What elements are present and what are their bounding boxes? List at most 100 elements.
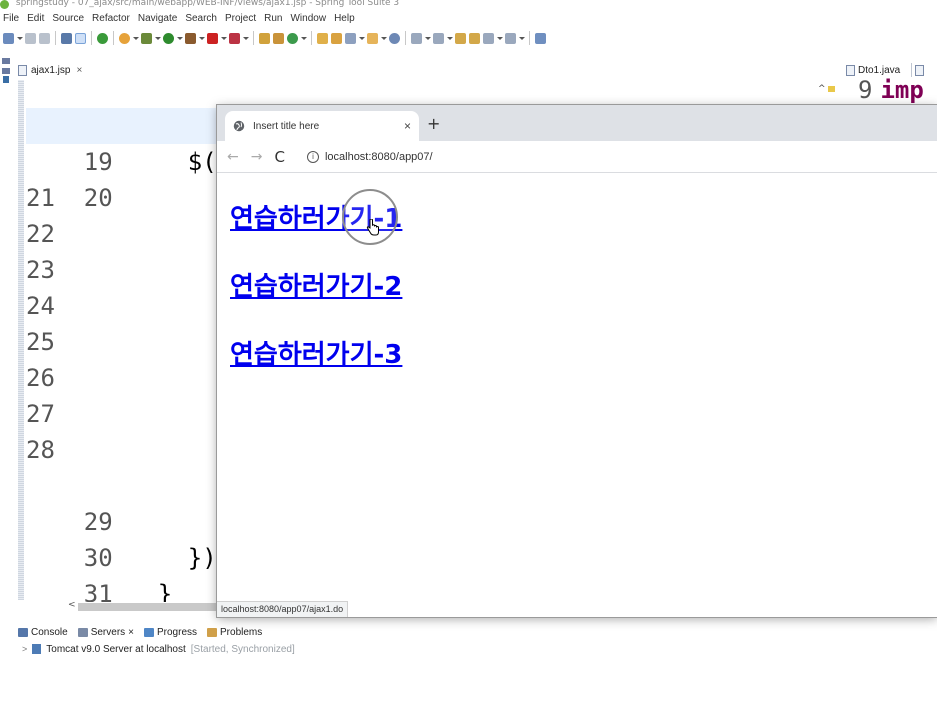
url-text[interactable]: localhost:8080/app07/ (325, 151, 433, 163)
servers-icon (77, 627, 88, 637)
tab-label: Problems (220, 626, 263, 638)
editor-gutter (18, 80, 24, 600)
minimized-view-icon[interactable] (2, 58, 10, 64)
hand-cursor-icon (366, 219, 379, 236)
debug-icon[interactable] (141, 32, 152, 44)
chevron-down-icon[interactable] (519, 33, 525, 44)
chevron-right-icon[interactable]: > (22, 644, 27, 654)
minimized-view-icon[interactable] (2, 68, 10, 74)
toolbar-divider (311, 31, 312, 45)
open-task-icon[interactable] (331, 32, 342, 44)
practice-link-2[interactable]: 연습하러가기-2 (230, 272, 402, 302)
forward-edit-icon[interactable] (469, 32, 480, 44)
menu-source[interactable]: Source (49, 12, 89, 26)
chevron-down-icon[interactable] (199, 33, 205, 44)
menu-navigate[interactable]: Navigate (135, 12, 182, 26)
toolbar-divider (529, 31, 530, 45)
tab-label: Servers (90, 626, 126, 638)
start-server-icon[interactable] (97, 32, 108, 44)
last-edit-icon[interactable] (455, 32, 466, 44)
console-icon (18, 627, 28, 637)
chevron-down-icon[interactable] (17, 33, 23, 44)
new-icon[interactable] (3, 32, 14, 44)
coverage-icon[interactable] (229, 32, 240, 44)
back-icon[interactable] (483, 32, 494, 44)
chevron-down-icon[interactable] (301, 33, 307, 44)
chevron-down-icon[interactable] (359, 33, 365, 44)
menu-search[interactable]: Search (182, 12, 222, 26)
back-button[interactable]: ← (227, 149, 239, 165)
perspective-icon[interactable] (535, 32, 546, 44)
previous-annotation-icon[interactable] (433, 32, 444, 44)
skip-breakpoints-icon[interactable] (75, 32, 86, 44)
chevron-down-icon[interactable] (221, 33, 227, 44)
new-class-icon[interactable] (287, 32, 298, 44)
scroll-left-icon[interactable]: < (68, 600, 76, 610)
menu-edit[interactable]: Edit (24, 12, 49, 26)
menu-refactor[interactable]: Refactor (89, 12, 135, 26)
chevron-down-icon[interactable] (133, 33, 139, 44)
search-icon[interactable] (389, 32, 400, 44)
save-all-icon[interactable] (39, 32, 50, 44)
info-icon[interactable]: i (306, 150, 319, 163)
chevron-down-icon[interactable] (425, 33, 431, 44)
stop-icon[interactable] (207, 32, 218, 44)
new-java-project-icon[interactable] (259, 32, 270, 44)
menu-bar: File Edit Source Refactor Navigate Searc… (0, 12, 360, 26)
line-number: 25 (26, 328, 55, 356)
browser-tab[interactable]: Insert title here × (225, 111, 419, 141)
window-title: springstudy - 07_ajax/src/main/webapp/WE… (15, 0, 400, 8)
chevron-down-icon[interactable] (177, 33, 183, 44)
tab-servers[interactable]: Servers × (77, 626, 134, 638)
close-icon[interactable]: × (404, 119, 411, 133)
line-number: 28 (26, 436, 55, 464)
terminal-icon[interactable] (61, 32, 72, 44)
problems-icon (207, 627, 218, 637)
browser-tab-strip: Insert title here × + (217, 105, 937, 141)
menu-help[interactable]: Help (331, 12, 360, 26)
chevron-down-icon[interactable] (155, 33, 161, 44)
toolbar-divider (253, 31, 254, 45)
line-number: 21 (26, 184, 55, 212)
menu-run[interactable]: Run (261, 12, 287, 26)
chevron-down-icon[interactable] (497, 33, 503, 44)
editor-horizontal-scrollbar[interactable]: < (64, 600, 224, 612)
bookmark-marker (3, 76, 9, 83)
new-package-icon[interactable] (273, 32, 284, 44)
chevron-down-icon[interactable] (243, 33, 249, 44)
link-status-bubble: localhost:8080/app07/ajax1.do (217, 601, 349, 617)
tab-progress[interactable]: Progress (144, 627, 197, 638)
close-icon[interactable]: × (128, 627, 134, 638)
save-icon[interactable] (25, 32, 36, 44)
chevron-down-icon[interactable] (447, 33, 453, 44)
tomcat-icon (32, 644, 42, 654)
forward-icon[interactable] (505, 32, 516, 44)
external-tools-icon[interactable] (185, 32, 196, 44)
address-bar[interactable]: i localhost:8080/app07/ (297, 144, 433, 170)
tab-console[interactable]: Console (18, 627, 68, 638)
practice-link-3[interactable]: 연습하러가기-3 (230, 340, 402, 370)
refresh-icon[interactable] (119, 32, 130, 44)
server-status: [Started, Synchronized] (190, 643, 295, 655)
menu-project[interactable]: Project (222, 12, 261, 26)
server-item[interactable]: > Tomcat v9.0 Server at localhost [Start… (22, 642, 295, 656)
browser-toolbar: ← → C i localhost:8080/app07/ (217, 141, 937, 173)
folder-icon[interactable] (367, 32, 378, 44)
new-tab-button[interactable]: + (427, 114, 440, 133)
menu-window[interactable]: Window (287, 12, 331, 26)
tab-label: Progress (157, 626, 198, 638)
scrollbar-thumb[interactable] (78, 603, 218, 611)
menu-file[interactable]: File (0, 12, 24, 26)
bottom-panel-tabs: Console Servers × Progress Problems (18, 625, 262, 639)
open-type-icon[interactable] (317, 32, 328, 44)
chevron-down-icon[interactable] (381, 33, 387, 44)
edit-icon[interactable] (345, 32, 356, 44)
progress-icon (144, 627, 154, 637)
next-annotation-icon[interactable] (411, 32, 422, 44)
line-number: 24 (26, 292, 55, 320)
tab-problems[interactable]: Problems (207, 627, 262, 638)
forward-button[interactable]: → (251, 149, 263, 165)
code-line: 18function fnList(){ (26, 72, 866, 140)
reload-button[interactable]: C (274, 148, 284, 166)
run-icon[interactable] (163, 32, 174, 44)
